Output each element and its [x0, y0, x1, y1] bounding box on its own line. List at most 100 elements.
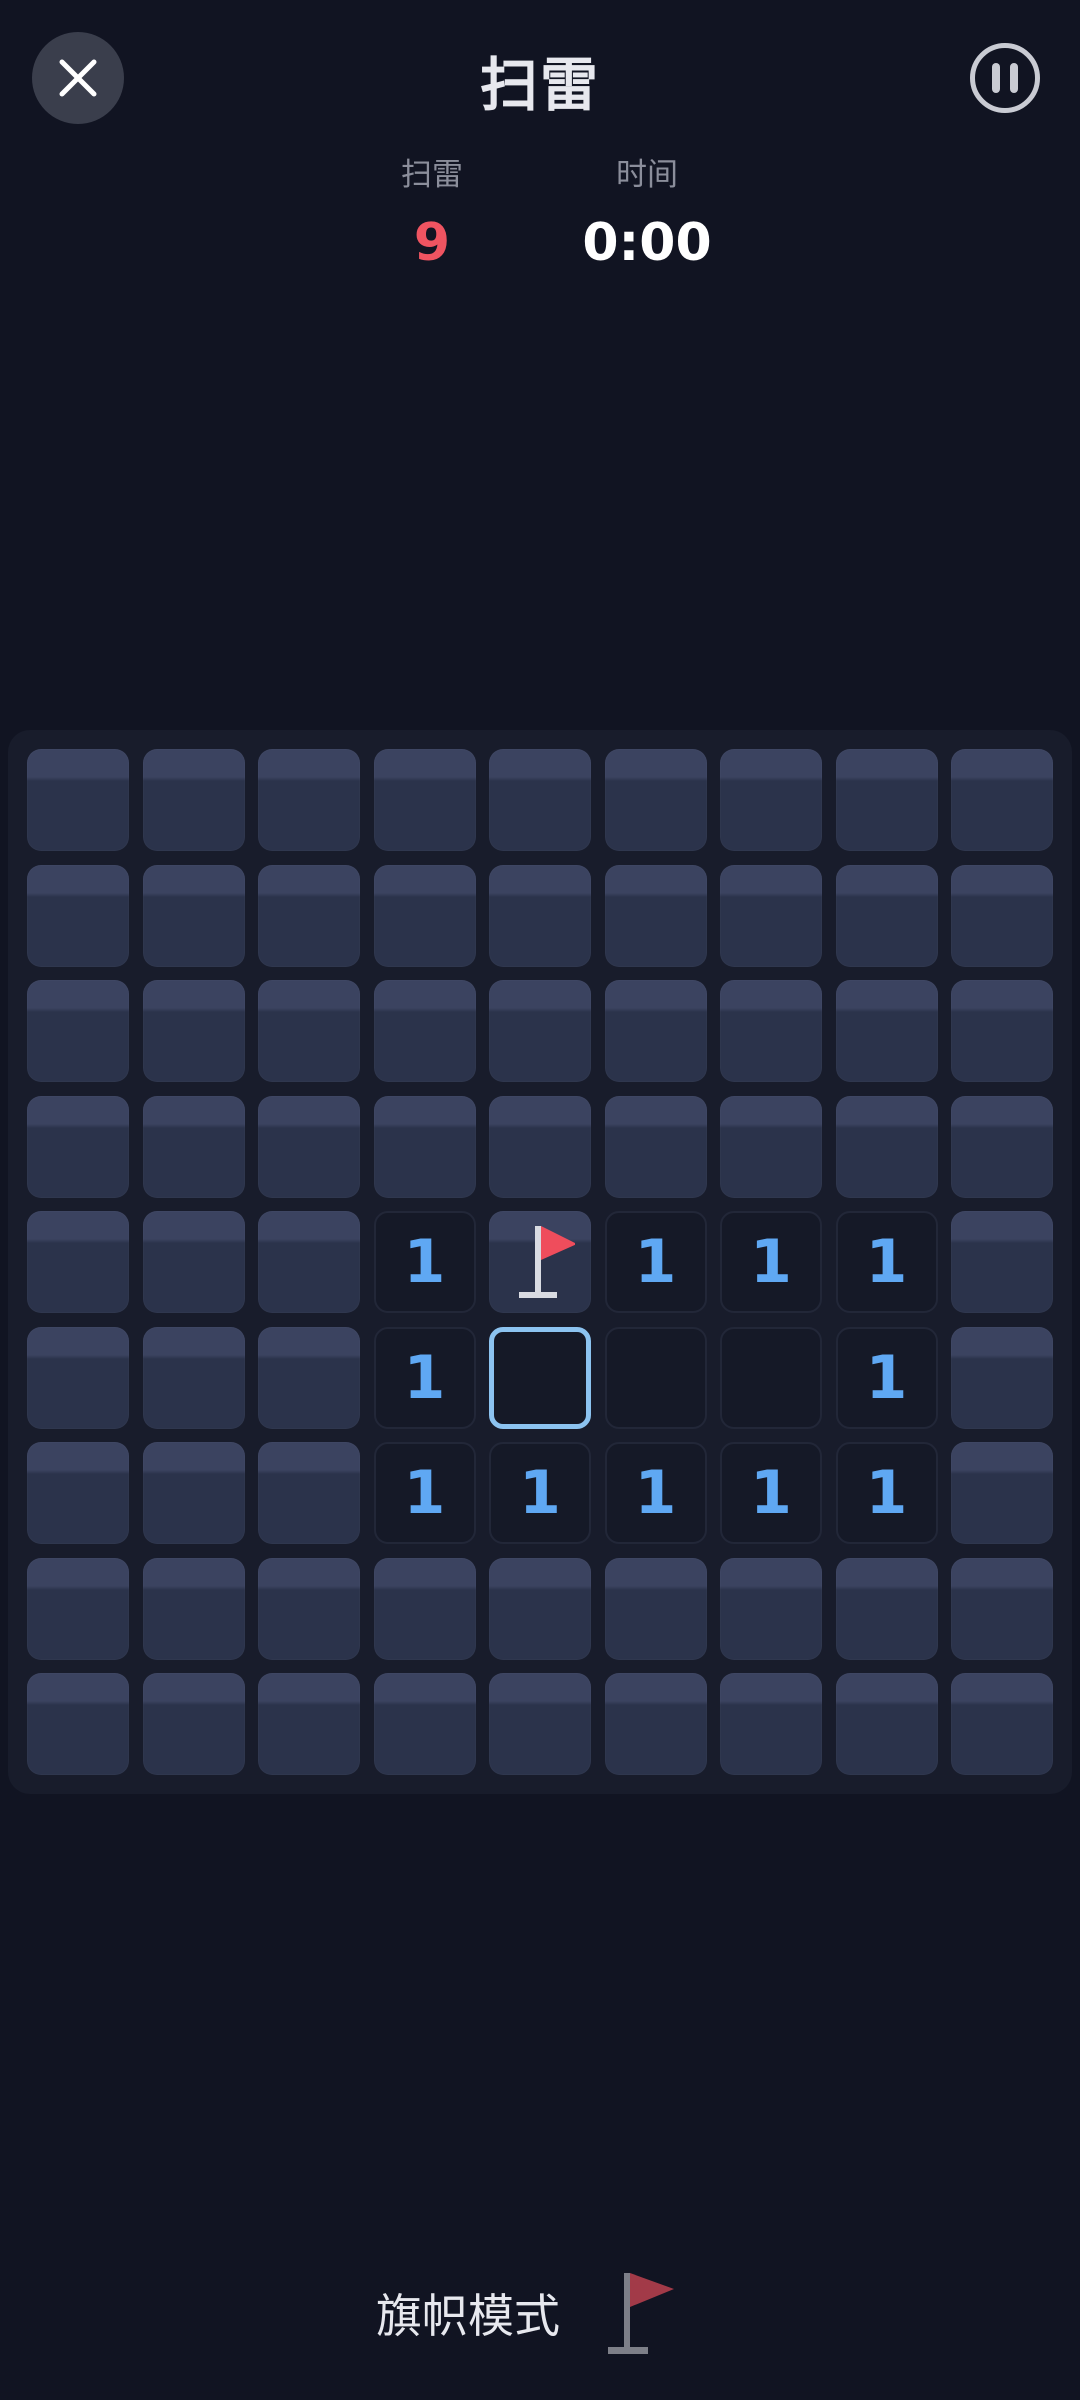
cell-covered[interactable] — [489, 1673, 591, 1775]
cell-flagged[interactable] — [489, 1211, 591, 1313]
cell-covered[interactable] — [142, 1095, 245, 1198]
cell-covered[interactable] — [27, 980, 129, 1082]
cell-covered[interactable] — [27, 749, 129, 851]
cell-covered[interactable] — [258, 1442, 360, 1544]
mine-counter: 扫雷 9 — [372, 157, 492, 273]
cell-covered[interactable] — [951, 749, 1053, 851]
timer-value: 0:00 — [582, 213, 712, 273]
cell-revealed-empty[interactable] — [720, 1326, 822, 1429]
cell-number: 1 — [865, 1227, 908, 1297]
cell-covered[interactable] — [27, 1673, 129, 1775]
cell-covered[interactable] — [258, 1557, 360, 1660]
flag-mode-label: 旗帜模式 — [376, 2289, 560, 2343]
cell-covered[interactable] — [258, 1326, 360, 1429]
cell-number: 1 — [865, 1458, 908, 1528]
page-title: 扫雷 — [479, 51, 600, 119]
cell-covered[interactable] — [835, 980, 938, 1082]
cell-covered[interactable] — [27, 1442, 129, 1544]
cell-covered[interactable] — [951, 1326, 1053, 1429]
cell-revealed-number[interactable]: 1 — [835, 1326, 938, 1429]
cell-number: 1 — [519, 1458, 561, 1528]
cell-covered[interactable] — [720, 1095, 822, 1198]
cell-covered[interactable] — [27, 1211, 129, 1313]
cell-covered[interactable] — [604, 1095, 707, 1198]
cell-covered[interactable] — [835, 1557, 938, 1660]
cell-covered[interactable] — [720, 749, 822, 851]
cell-revealed-number[interactable]: 1 — [720, 1211, 822, 1313]
cell-covered[interactable] — [142, 1326, 245, 1429]
cell-revealed-number[interactable]: 1 — [373, 1442, 476, 1544]
cell-covered[interactable] — [720, 864, 822, 967]
cell-number: 1 — [403, 1227, 446, 1297]
cell-revealed-number[interactable]: 1 — [489, 1442, 591, 1544]
cell-covered[interactable] — [489, 1095, 591, 1198]
cell-covered[interactable] — [604, 864, 707, 967]
cell-covered[interactable] — [142, 980, 245, 1082]
cell-number: 1 — [634, 1227, 677, 1297]
cell-number: 1 — [403, 1342, 446, 1413]
cell-revealed-number[interactable]: 1 — [835, 1211, 938, 1313]
cell-covered[interactable] — [258, 749, 360, 851]
cell-covered[interactable] — [951, 1442, 1053, 1544]
cell-revealed-number[interactable]: 1 — [835, 1442, 938, 1544]
cell-covered[interactable] — [258, 980, 360, 1082]
cell-covered[interactable] — [373, 749, 476, 851]
cell-covered[interactable] — [604, 1557, 707, 1660]
cell-covered[interactable] — [258, 1095, 360, 1198]
cell-covered[interactable] — [720, 980, 822, 1082]
cell-covered[interactable] — [835, 1095, 938, 1198]
pause-button[interactable] — [970, 43, 1040, 113]
cell-number: 1 — [865, 1342, 908, 1413]
cell-revealed-number[interactable]: 1 — [373, 1326, 476, 1429]
cell-covered[interactable] — [373, 980, 476, 1082]
cell-covered[interactable] — [604, 749, 707, 851]
cell-covered[interactable] — [142, 864, 245, 967]
cell-covered[interactable] — [142, 1673, 245, 1775]
cell-revealed-number[interactable]: 1 — [720, 1442, 822, 1544]
mine-counter-label: 扫雷 — [401, 157, 463, 193]
cell-covered[interactable] — [258, 1211, 360, 1313]
cell-covered[interactable] — [835, 1673, 938, 1775]
cell-covered[interactable] — [720, 1673, 822, 1775]
cell-covered[interactable] — [27, 1557, 129, 1660]
timer: 时间 0:00 — [572, 157, 722, 273]
cell-covered[interactable] — [951, 864, 1053, 967]
timer-label: 时间 — [616, 157, 678, 193]
cell-covered[interactable] — [720, 1557, 822, 1660]
cell-revealed-number[interactable]: 1 — [604, 1211, 707, 1313]
cell-covered[interactable] — [835, 749, 938, 851]
cell-number: 1 — [403, 1458, 446, 1528]
cell-selected[interactable] — [489, 1326, 591, 1429]
cell-covered[interactable] — [951, 1673, 1053, 1775]
cell-covered[interactable] — [951, 1557, 1053, 1660]
cell-covered[interactable] — [951, 980, 1053, 1082]
cell-covered[interactable] — [142, 1557, 245, 1660]
cell-covered[interactable] — [27, 1326, 129, 1429]
cell-covered[interactable] — [142, 1211, 245, 1313]
cell-covered[interactable] — [489, 749, 591, 851]
cell-revealed-number[interactable]: 1 — [604, 1442, 707, 1544]
cell-covered[interactable] — [142, 1442, 245, 1544]
mine-counter-value: 9 — [413, 213, 451, 273]
pause-icon — [992, 63, 1000, 93]
cell-revealed-number[interactable]: 1 — [373, 1211, 476, 1313]
cell-covered[interactable] — [951, 1211, 1053, 1313]
cell-covered[interactable] — [258, 1673, 360, 1775]
cell-covered[interactable] — [835, 864, 938, 967]
flag-mode-toggle[interactable]: 旗帜模式 — [376, 2268, 676, 2358]
cell-covered[interactable] — [373, 1557, 476, 1660]
cell-covered[interactable] — [373, 864, 476, 967]
cell-covered[interactable] — [142, 749, 245, 851]
cell-covered[interactable] — [27, 864, 129, 967]
cell-covered[interactable] — [604, 1673, 707, 1775]
cell-covered[interactable] — [951, 1095, 1053, 1198]
cell-covered[interactable] — [489, 980, 591, 1082]
cell-covered[interactable] — [604, 980, 707, 1082]
cell-covered[interactable] — [258, 864, 360, 967]
cell-covered[interactable] — [373, 1673, 476, 1775]
cell-covered[interactable] — [373, 1095, 476, 1198]
cell-covered[interactable] — [27, 1095, 129, 1198]
cell-covered[interactable] — [489, 1557, 591, 1660]
cell-revealed-empty[interactable] — [604, 1326, 707, 1429]
cell-covered[interactable] — [489, 864, 591, 967]
